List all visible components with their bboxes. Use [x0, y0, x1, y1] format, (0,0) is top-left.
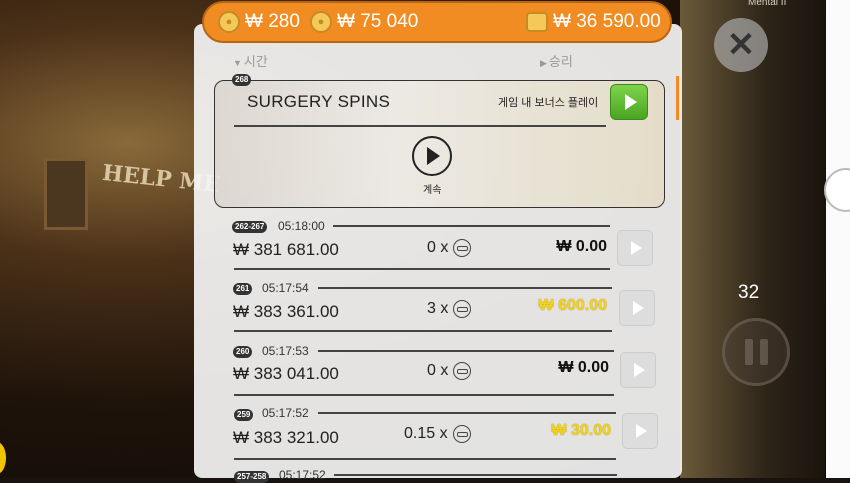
coin-value-display: ● ₩ 75 040: [310, 11, 418, 33]
balance-display: ₩ 36 590.00: [526, 11, 661, 33]
round-id-badge: 268: [232, 74, 252, 86]
wall-frame: [44, 158, 88, 230]
row-multiplier: 0 x: [427, 239, 472, 257]
row-time: 05:17:53: [262, 344, 309, 358]
play-icon: [633, 301, 644, 315]
round-id-badge: 262-267: [232, 221, 268, 233]
bonus-play-label: 게임 내 보너스 플레이: [498, 97, 599, 109]
row-multiplier: 0.15 x: [404, 425, 471, 443]
coin-icon: [453, 362, 472, 380]
play-icon: [427, 147, 440, 165]
replay-button[interactable]: [620, 352, 656, 388]
row-balance: ₩ 383 041.00: [233, 364, 339, 383]
play-icon: [634, 363, 645, 377]
row-win: ₩ 0.00: [556, 238, 607, 255]
row-time: 05:17:54: [262, 281, 309, 295]
pause-button[interactable]: [722, 318, 790, 386]
divider: [318, 287, 612, 289]
feature-title: SURGERY SPINS: [247, 92, 391, 111]
coin-icon: [452, 425, 471, 443]
row-multiplier: 0 x: [427, 362, 472, 380]
coins-display: ● ₩ 280: [218, 11, 300, 33]
round-id-badge: 259: [234, 409, 254, 421]
bonus-play-button[interactable]: [610, 84, 648, 120]
game-background-right: [680, 0, 825, 478]
close-button[interactable]: ✕: [714, 18, 768, 72]
continue-label: 계속: [423, 185, 442, 196]
column-header-win[interactable]: ▶ 승리: [540, 51, 573, 70]
row-win: ₩ 30.00: [551, 422, 611, 439]
device-label: Mental II: [748, 0, 787, 8]
close-icon: ✕: [726, 26, 756, 64]
coin-icon: [453, 300, 472, 318]
round-id-badge: 260: [233, 346, 253, 358]
row-balance: ₩ 383 321.00: [233, 428, 339, 447]
row-win: ₩ 0.00: [558, 359, 609, 376]
row-balance: ₩ 383 361.00: [233, 302, 339, 321]
row-time: 05:17:52: [279, 468, 326, 482]
sort-right-icon: ▶: [540, 58, 547, 68]
round-id-badge: 261: [233, 283, 253, 295]
divider: [333, 225, 610, 227]
coin-icon: [453, 239, 472, 257]
round-id-badge: 257-258: [234, 471, 270, 483]
row-time: 05:17:52: [262, 406, 309, 420]
scrollbar[interactable]: [676, 76, 679, 120]
pause-icon-bar-right: [759, 339, 768, 365]
row-multiplier: 3 x: [427, 300, 472, 318]
balance-bar: ● ₩ 280 ● ₩ 75 040 ₩ 36 590.00: [202, 1, 672, 43]
row-time: 05:18:00: [278, 219, 325, 233]
divider: [234, 458, 616, 460]
column-header-time[interactable]: ▼ 시간: [233, 51, 268, 70]
row-balance: ₩ 381 681.00: [233, 240, 339, 259]
replay-button[interactable]: [622, 413, 658, 449]
spin-counter: 32: [738, 282, 760, 303]
coin-icon: ●: [310, 11, 332, 33]
pause-icon-bar-left: [744, 339, 753, 365]
divider: [234, 394, 614, 396]
divider: [234, 125, 606, 127]
divider: [334, 474, 617, 476]
divider: [318, 350, 614, 352]
device-bezel: [826, 0, 850, 478]
wallet-icon: [526, 12, 548, 32]
replay-button[interactable]: [617, 230, 653, 266]
continue-button[interactable]: [412, 136, 452, 176]
coin-icon: ●: [218, 11, 240, 33]
row-win: ₩ 600.00: [538, 297, 607, 314]
divider: [234, 330, 612, 332]
divider: [318, 412, 616, 414]
sort-down-icon: ▼: [233, 58, 242, 68]
play-icon: [636, 424, 647, 438]
play-icon: [624, 94, 637, 110]
replay-button[interactable]: [619, 290, 655, 326]
divider: [234, 268, 610, 270]
play-icon: [631, 241, 642, 255]
